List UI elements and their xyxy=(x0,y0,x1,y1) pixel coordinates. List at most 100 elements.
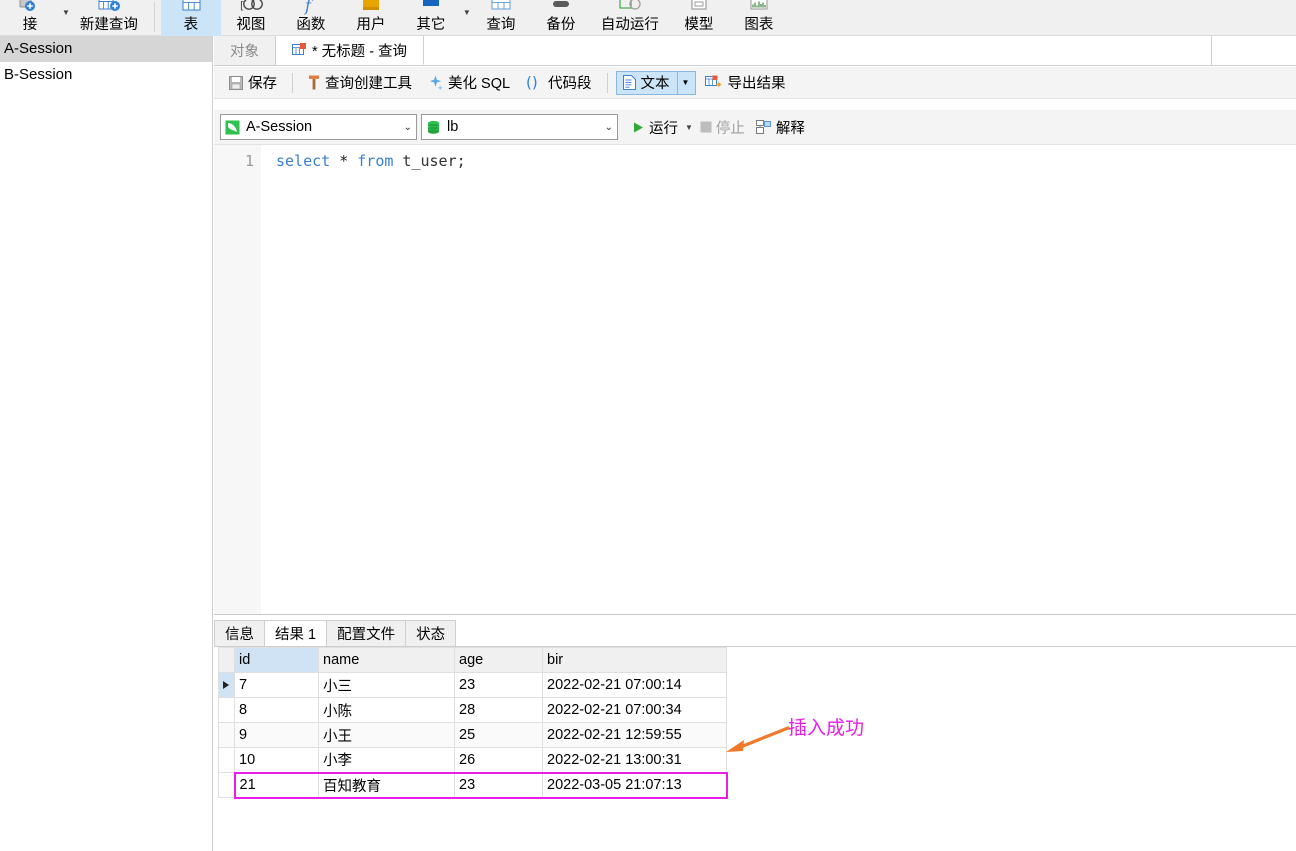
result-tab-profile[interactable]: 配置文件 xyxy=(327,620,407,646)
column-header-id[interactable]: id xyxy=(234,647,319,673)
table-row[interactable]: 10 小李 26 2022-02-21 13:00:31 xyxy=(218,747,727,773)
new-query-icon xyxy=(94,0,124,16)
cell-age[interactable]: 25 xyxy=(454,722,543,748)
query-builder-button[interactable]: 查询创建工具 xyxy=(301,71,419,95)
cell-bir[interactable]: 2022-02-21 12:59:55 xyxy=(542,722,727,748)
explain-icon xyxy=(755,119,772,135)
table-row[interactable]: 7 小三 23 2022-02-21 07:00:14 xyxy=(218,672,727,698)
sql-editor[interactable]: 1 select * from t_user; xyxy=(214,144,1296,614)
ribbon-item-view-label: 视图 xyxy=(236,17,266,33)
cell-age[interactable]: 23 xyxy=(454,771,543,799)
sidebar-item-b-session[interactable]: B-Session xyxy=(0,62,212,88)
autorun-icon xyxy=(615,0,645,16)
result-tab-result-1[interactable]: 结果 1 xyxy=(265,620,328,646)
ribbon-group-connection: 接 ▼ 新建查询 xyxy=(0,0,148,36)
cell-id[interactable]: 8 xyxy=(234,697,319,723)
result-tab-status[interactable]: 状态 xyxy=(406,620,457,646)
query-builder-button-label: 查询创建工具 xyxy=(325,76,412,92)
cell-age[interactable]: 28 xyxy=(454,697,543,723)
row-indicator xyxy=(218,697,235,723)
cell-bir[interactable]: 2022-02-21 13:00:31 xyxy=(542,747,727,773)
cell-id[interactable]: 9 xyxy=(234,722,319,748)
ribbon-group-objects: 表 [ 视图 f 函数 用户 其它 ▼ 查询 备份 自动运行 模型 图表 xyxy=(160,0,789,36)
table-row-highlighted[interactable]: 21 百知教育 23 2022-03-05 21:07:13 xyxy=(218,771,728,799)
tabstrip-filler xyxy=(424,36,1211,65)
ribbon-item-other[interactable]: 其它 xyxy=(401,0,461,36)
beautify-sql-button-label: 美化 SQL xyxy=(448,76,511,92)
session-select-caret-icon[interactable]: ⌄ xyxy=(398,122,412,133)
column-header-bir[interactable]: bir xyxy=(542,647,727,673)
ribbon-divider xyxy=(153,2,155,32)
result-grid[interactable]: id name age bir 7 小三 23 2022-02-21 07:00… xyxy=(218,647,1296,799)
tabstrip-right-box xyxy=(1211,36,1296,65)
svg-text:f: f xyxy=(304,0,314,15)
export-result-button-label: 导出结果 xyxy=(727,76,786,92)
ribbon-item-table[interactable]: 表 xyxy=(160,0,221,36)
table-icon xyxy=(176,0,206,16)
text-view-button[interactable]: 文本 ▼ xyxy=(615,70,697,95)
cell-name[interactable]: 百知教育 xyxy=(318,771,455,799)
column-header-age[interactable]: age xyxy=(454,647,543,673)
table-row[interactable]: 8 小陈 28 2022-02-21 07:00:34 xyxy=(218,697,727,723)
explain-button[interactable]: 解释 xyxy=(752,115,809,139)
text-view-dropdown-caret-icon[interactable]: ▼ xyxy=(676,71,689,94)
ribbon-item-connection[interactable]: 接 xyxy=(0,0,60,36)
ribbon-item-function[interactable]: f 函数 xyxy=(281,0,341,36)
code-snippet-button[interactable]: () 代码段 xyxy=(519,71,599,95)
cell-name[interactable]: 小李 xyxy=(318,747,455,773)
cell-bir[interactable]: 2022-03-05 21:07:13 xyxy=(542,771,728,799)
stop-button[interactable]: 停止 xyxy=(696,115,749,139)
cell-name[interactable]: 小陈 xyxy=(318,697,455,723)
other-dropdown-caret-icon[interactable]: ▼ xyxy=(463,8,471,17)
toolbar-divider-2 xyxy=(606,72,608,93)
ribbon-item-view[interactable]: [ 视图 xyxy=(221,0,281,36)
beautify-sql-button[interactable]: 美化 SQL xyxy=(421,71,517,95)
run-button[interactable]: 运行 xyxy=(628,115,682,139)
cell-name[interactable]: 小王 xyxy=(318,722,455,748)
ribbon-item-chart-label: 图表 xyxy=(744,17,774,33)
column-header-name[interactable]: name xyxy=(318,647,455,673)
session-select-value: A-Session xyxy=(246,119,313,135)
result-tab-info[interactable]: 信息 xyxy=(214,620,265,646)
cell-age[interactable]: 26 xyxy=(454,747,543,773)
ribbon-item-new-query[interactable]: 新建查询 xyxy=(70,0,148,36)
ribbon-item-other-label: 其它 xyxy=(416,17,446,33)
ribbon-item-model[interactable]: 模型 xyxy=(669,0,729,36)
ribbon-item-user[interactable]: 用户 xyxy=(341,0,401,36)
save-button[interactable]: 保存 xyxy=(222,71,284,95)
svg-text:(): () xyxy=(526,75,538,90)
query-tab-icon xyxy=(292,43,307,57)
run-dropdown-caret-icon[interactable]: ▼ xyxy=(685,123,693,132)
ribbon-item-chart[interactable]: 图表 xyxy=(729,0,789,36)
cell-bir[interactable]: 2022-02-21 07:00:14 xyxy=(542,672,727,698)
table-row[interactable]: 9 小王 25 2022-02-21 12:59:55 xyxy=(218,722,727,748)
play-icon xyxy=(632,121,645,134)
sessions-sidebar: A-Session B-Session xyxy=(0,36,213,851)
cell-name[interactable]: 小三 xyxy=(318,672,455,698)
sql-table-name: t_user; xyxy=(393,152,466,170)
connection-dropdown-caret-icon[interactable]: ▼ xyxy=(62,8,70,17)
session-select[interactable]: A-Session ⌄ xyxy=(220,114,417,140)
cell-id[interactable]: 21 xyxy=(233,771,319,799)
user-icon xyxy=(356,0,386,16)
database-select-caret-icon[interactable]: ⌄ xyxy=(599,122,613,133)
database-icon xyxy=(426,120,441,135)
database-select[interactable]: lb ⌄ xyxy=(421,114,618,140)
cell-age[interactable]: 23 xyxy=(454,672,543,698)
sidebar-item-a-session[interactable]: A-Session xyxy=(0,36,212,62)
database-select-value: lb xyxy=(447,119,459,135)
connection-toolbar: A-Session ⌄ lb ⌄ 运行 ▼ 停止 解释 xyxy=(214,110,1296,144)
annotation-label: 插入成功 xyxy=(788,717,865,739)
tab-untitled-query[interactable]: * 无标题 - 查询 xyxy=(276,36,425,65)
ribbon-item-autorun[interactable]: 自动运行 xyxy=(591,0,669,36)
export-result-button[interactable]: 导出结果 xyxy=(698,71,792,95)
tab-objects[interactable]: 对象 xyxy=(214,36,276,65)
cell-id[interactable]: 10 xyxy=(234,747,319,773)
ribbon-item-backup[interactable]: 备份 xyxy=(531,0,591,36)
cell-bir[interactable]: 2022-02-21 07:00:34 xyxy=(542,697,727,723)
ribbon-item-query[interactable]: 查询 xyxy=(471,0,531,36)
session-icon xyxy=(225,120,240,135)
tab-objects-label: 对象 xyxy=(230,44,259,60)
cell-id[interactable]: 7 xyxy=(234,672,319,698)
other-icon xyxy=(416,0,446,16)
